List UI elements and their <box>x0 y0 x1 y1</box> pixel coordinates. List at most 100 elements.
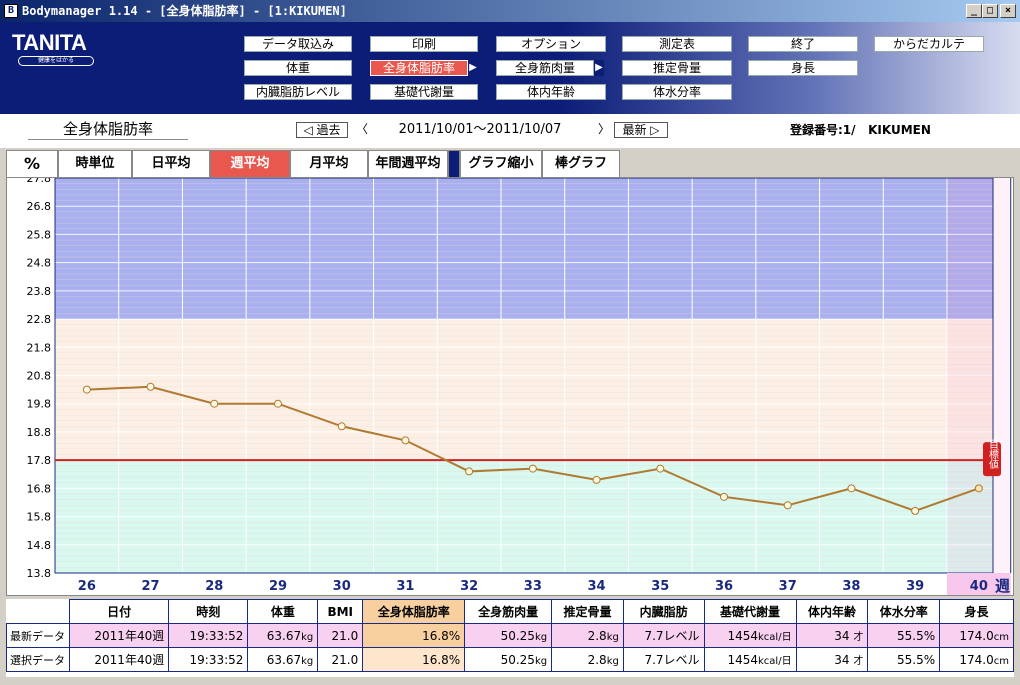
menu-bmr-button[interactable]: 基礎代謝量 <box>370 84 478 100</box>
weight-value: 63.67 <box>266 652 302 667</box>
date-range: 2011/10/01〜2011/10/07 <box>398 122 562 137</box>
data-point <box>974 484 983 493</box>
y-tick-label: 25.8 <box>27 228 52 241</box>
tab-daily-average[interactable]: 日平均 <box>132 150 210 178</box>
menu-visceral-fat-button[interactable]: 内臓脂肪レベル <box>244 84 352 100</box>
tab-yearly-weekly-average[interactable]: 年間週平均 <box>368 150 448 178</box>
cell-bmi: 21.0 <box>317 647 364 672</box>
age-unit: 才 <box>853 632 864 643</box>
close-button[interactable]: × <box>1000 4 1016 18</box>
window-title: Bodymanager 1.14 - [全身体脂肪率] - [1:KIKUMEN… <box>22 4 347 18</box>
cell-body-age: 34 才 <box>795 623 869 648</box>
tab-bar-graph[interactable]: 棒グラフ <box>542 150 620 178</box>
muscle-unit: kg <box>534 655 548 667</box>
menu-weight-button[interactable]: 体重 <box>244 60 352 76</box>
muscle-value: 50.25 <box>500 652 535 667</box>
cell-time: 19:33:52 <box>168 623 249 648</box>
corner-cell <box>6 599 70 624</box>
bone-value: 2.8 <box>587 628 607 643</box>
x-tick-label: 26 <box>78 579 96 594</box>
menu-bone-mass-button[interactable]: 推定骨量 <box>622 60 732 76</box>
x-tick-label: 34 <box>588 579 606 594</box>
menu-exit-button[interactable]: 終了 <box>748 36 858 52</box>
data-point <box>592 475 601 484</box>
data-point <box>783 501 792 510</box>
maximize-button[interactable]: □ <box>982 4 998 18</box>
cell-date: 2011年40週 <box>68 647 170 672</box>
age-value: 34 <box>834 653 850 667</box>
x-tick-label: 33 <box>524 579 542 594</box>
cell-visceral: 7.7レベル <box>622 647 705 672</box>
x-tick-label: 40 <box>970 579 988 594</box>
age-unit: 才 <box>853 656 864 667</box>
header-height: 身長 <box>939 599 1014 624</box>
x-tick-label: 37 <box>779 579 797 594</box>
y-tick-label: 26.8 <box>27 200 52 213</box>
menu-print-button[interactable]: 印刷 <box>370 36 478 52</box>
menu-body-fat-button[interactable]: 全身体脂肪率 <box>370 60 468 76</box>
cell-bmi: 21.0 <box>317 623 364 648</box>
chart-band-1 <box>55 319 993 461</box>
y-tick-label: 16.8 <box>27 482 52 495</box>
menu-body-water-button[interactable]: 体水分率 <box>622 84 732 100</box>
menu-data-import-button[interactable]: データ取込み <box>244 36 352 52</box>
data-point <box>210 399 219 408</box>
data-point <box>911 506 920 515</box>
cell-weight: 63.67kg <box>247 623 319 648</box>
header-water: 体水分率 <box>867 599 941 624</box>
tab-hourly[interactable]: 時単位 <box>58 150 132 178</box>
header-bone: 推定骨量 <box>551 599 624 624</box>
data-point <box>465 467 474 476</box>
user-name: KIKUMEN <box>868 123 931 137</box>
data-point <box>337 422 346 431</box>
bone-value: 2.8 <box>587 652 607 667</box>
menu-body-chart-button[interactable]: からだカルテ <box>874 36 984 52</box>
menu-measurement-table-button[interactable]: 測定表 <box>622 36 732 52</box>
menu-height-button[interactable]: 身長 <box>748 60 858 76</box>
cell-bmr: 1454kcal/日 <box>703 647 797 672</box>
muscle-mass-arrow-icon[interactable]: ▶ <box>594 60 604 76</box>
cell-height: 174.0cm <box>939 647 1014 672</box>
view-tabs: % 時単位 日平均 週平均 月平均 年間週平均 グラフ縮小 棒グラフ <box>6 150 620 178</box>
minimize-button[interactable]: _ <box>966 4 982 18</box>
sub-bar: 全身体脂肪率 ◁ 過去 〈 2011/10/01〜2011/10/07 〉 最新… <box>0 114 1020 148</box>
x-tick-label: 31 <box>396 579 414 594</box>
table-row-latest[interactable]: 最新データ 2011年40週 19:33:52 63.67kg 21.0 16.… <box>6 623 1014 648</box>
y-tick-label: 17.8 <box>27 454 52 467</box>
row-label: 最新データ <box>6 623 70 648</box>
cell-time: 19:33:52 <box>168 647 249 672</box>
data-point <box>528 464 537 473</box>
prev-chevron-icon[interactable]: 〈 <box>356 122 368 138</box>
chart-title: 全身体脂肪率 <box>28 118 188 140</box>
header-date: 日付 <box>68 599 170 624</box>
tab-monthly-average[interactable]: 月平均 <box>290 150 368 178</box>
tab-weekly-average[interactable]: 週平均 <box>210 150 290 178</box>
target-label: 目標値 <box>987 439 999 470</box>
logo-tagline: 健康をはかる <box>18 56 94 66</box>
y-tick-label: 22.8 <box>27 313 52 326</box>
height-unit: cm <box>993 655 1009 667</box>
bmr-unit: kcal/日 <box>758 632 792 643</box>
cell-muscle: 50.25kg <box>464 647 553 672</box>
next-chevron-icon[interactable]: 〉 <box>598 122 610 138</box>
table-row-selected[interactable]: 選択データ 2011年40週 19:33:52 63.67kg 21.0 16.… <box>6 647 1014 672</box>
body-fat-arrow-icon[interactable]: ▶ <box>468 60 478 76</box>
prev-button[interactable]: ◁ 過去 <box>296 122 348 138</box>
weight-unit: kg <box>301 631 314 643</box>
menu-body-age-button[interactable]: 体内年齢 <box>496 84 606 100</box>
cell-body-fat: 16.8% <box>362 623 466 648</box>
bmr-unit: kcal/日 <box>758 656 792 667</box>
y-tick-label: 20.8 <box>27 370 52 383</box>
menu-options-button[interactable]: オプション <box>496 36 606 52</box>
menu-muscle-mass-button[interactable]: 全身筋肉量 <box>496 60 594 76</box>
unit-label: % <box>6 150 58 178</box>
row-label: 選択データ <box>6 647 70 672</box>
header: TANITA 健康をはかる データ取込み 印刷 オプション 測定表 終了 からだ… <box>0 22 1020 114</box>
tab-shrink-graph[interactable]: グラフ縮小 <box>460 150 542 178</box>
weight-unit: kg <box>301 655 314 667</box>
latest-button[interactable]: 最新 ▷ <box>614 122 668 138</box>
cell-height: 174.0cm <box>939 623 1014 648</box>
data-point <box>720 492 728 501</box>
y-tick-label: 14.8 <box>27 539 52 552</box>
cell-visceral: 7.7レベル <box>622 623 705 648</box>
